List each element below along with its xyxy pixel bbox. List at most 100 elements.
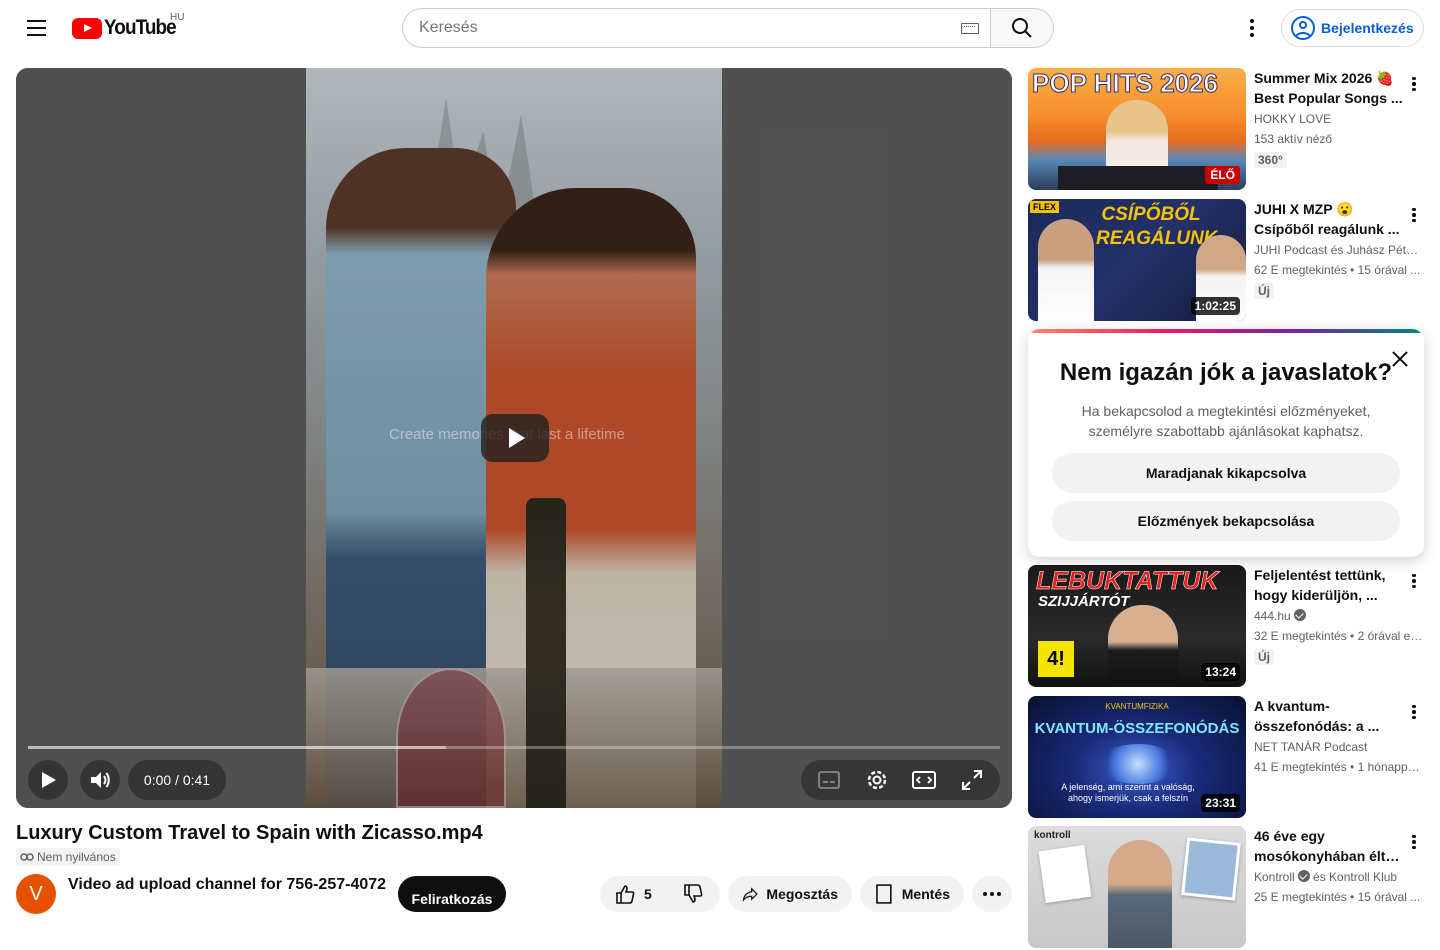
thumbnail-caption: A jelenség, ami szerint a valóság, ahogy… <box>1061 782 1195 803</box>
video-thumbnail[interactable]: POP HITS 2026 ÉLŐ <box>1028 68 1246 190</box>
recommendation-meta: 153 aktív néző <box>1254 132 1333 146</box>
recommendation-item[interactable]: kontroll 46 éve egy mosókonyhában élte..… <box>1028 826 1428 950</box>
share-icon <box>742 887 758 902</box>
recommendation-title[interactable]: 46 éve egy mosókonyhában élte... <box>1254 826 1404 866</box>
recommendation-title[interactable]: JUHI X MZP 😮 Csípőből reagálunk ... <box>1254 199 1404 239</box>
like-button[interactable]: 5 <box>600 876 720 912</box>
more-dot <box>990 892 994 896</box>
play-button[interactable] <box>28 760 68 800</box>
live-badge: ÉLŐ <box>1205 166 1240 184</box>
video-thumbnail[interactable]: kontroll <box>1028 826 1246 948</box>
hamburger-menu-icon[interactable] <box>20 12 52 44</box>
play-icon <box>509 428 525 448</box>
video-duration: 13:24 <box>1201 663 1240 681</box>
more-options-icon[interactable] <box>1404 203 1424 227</box>
thumbnail-title-text: POP HITS 2026 <box>1032 68 1219 99</box>
recommendations-feedback-popup: Nem igazán jók a javaslatok? Ha bekapcso… <box>1028 329 1424 557</box>
keep-history-off-button[interactable]: Maradjanak kikapcsolva <box>1052 453 1400 493</box>
channel-suffix: és Kontroll Klub <box>1313 870 1398 884</box>
video-title: Luxury Custom Travel to Spain with Zicas… <box>16 822 483 844</box>
thumbnail-title-text: KVANTUM-ÖSSZEFONÓDÁS <box>1034 720 1240 737</box>
recommendation-channel[interactable]: 444.hu <box>1254 609 1424 623</box>
close-icon[interactable] <box>1388 347 1412 371</box>
video-duration: 1:02:25 <box>1190 297 1240 315</box>
country-code: HU <box>170 12 185 23</box>
recommendation-channel[interactable]: HOKKY LOVE <box>1254 112 1424 126</box>
title-line-2: Csípőből reagálunk ... <box>1254 221 1400 237</box>
thumbnail-photo-right <box>1181 837 1241 901</box>
recommendation-meta: 25 E megtekintés • 15 órával ... <box>1254 890 1421 904</box>
signin-button[interactable]: Bejelentkezés <box>1281 9 1424 47</box>
recommendation-channel[interactable]: JUHI Podcast és Juhász Péter... <box>1254 243 1424 257</box>
recommendation-item[interactable]: FLEX CSÍPŐBŐL REAGÁLUNK JUHI 1:02:25 JUH… <box>1028 199 1428 323</box>
popup-body: Ha bekapcsolod a megtekintési előzmények… <box>1081 403 1371 439</box>
recommendation-item[interactable]: LEBUKTATTUK SZIJJÁRTÓT 4! 13:24 Feljelen… <box>1028 565 1428 689</box>
link-icon <box>20 853 34 861</box>
subtitles-icon[interactable] <box>809 760 849 800</box>
theater-mode-icon[interactable] <box>904 760 944 800</box>
more-actions-button[interactable] <box>972 876 1012 912</box>
subscribe-button[interactable]: Feliratkozás <box>398 876 506 912</box>
thumbnail-person <box>1108 605 1178 687</box>
youtube-logo[interactable]: YouTube <box>72 16 184 40</box>
recommendation-meta: 62 E megtekintés • 15 órával ... <box>1254 263 1421 277</box>
more-options-icon[interactable] <box>1404 830 1424 854</box>
title-line-1: JUHI X MZP 😮 <box>1254 201 1354 217</box>
recommendation-title[interactable]: Summer Mix 2026 🍓 Best Popular Songs ... <box>1254 68 1404 108</box>
recommendation-title[interactable]: Feljelentést tettünk, hogy kiderüljön, .… <box>1254 565 1404 605</box>
more-dot <box>997 892 1001 896</box>
unlisted-badge: Nem nyilvános <box>16 848 120 866</box>
thumbnail-title-text: LEBUKTATTUK <box>1036 567 1219 596</box>
popup-title: Nem igazán jók a javaslatok? <box>1059 359 1393 386</box>
channel-avatar[interactable]: V <box>16 874 56 914</box>
thumbnail-sub-text: SZIJJÁRTÓT <box>1038 593 1130 610</box>
video-thumbnail[interactable]: FLEX CSÍPŐBŐL REAGÁLUNK JUHI 1:02:25 <box>1028 199 1246 321</box>
recommendation-item[interactable]: POP HITS 2026 ÉLŐ Summer Mix 2026 🍓 Best… <box>1028 68 1428 192</box>
more-options-icon[interactable] <box>1404 569 1424 593</box>
fullscreen-icon[interactable] <box>952 760 992 800</box>
progress-bar[interactable] <box>28 746 1000 749</box>
bookmark-icon <box>876 884 892 904</box>
popup-accent-stripe <box>1028 329 1424 333</box>
thumbnail-dj-deck <box>1058 166 1218 190</box>
share-button[interactable]: Megosztás <box>728 876 852 912</box>
recommendation-channel[interactable]: NET TANÁR Podcast <box>1254 740 1424 754</box>
video-player[interactable]: Create memories that last a lifetime 0:0… <box>16 68 1012 808</box>
more-options-icon[interactable] <box>1404 72 1424 96</box>
title-line-1: Feljelentést tettünk, <box>1254 567 1386 583</box>
search-button[interactable] <box>990 8 1054 48</box>
recommendation-meta: 41 E megtekintés • 1 hónappa... <box>1254 760 1424 774</box>
search-icon <box>1012 18 1032 38</box>
video-thumbnail[interactable]: KVANTUMFIZIKA KVANTUM-ÖSSZEFONÓDÁS A jel… <box>1028 696 1246 818</box>
settings-gear-icon[interactable] <box>857 760 897 800</box>
time-display: 0:00 / 0:41 <box>128 760 226 800</box>
thumbs-down-icon <box>683 884 703 903</box>
volume-icon <box>91 772 110 788</box>
verified-icon <box>1293 609 1306 621</box>
channel-name[interactable]: Video ad upload channel for 756-257-4072 <box>68 876 386 894</box>
keyboard-icon[interactable] <box>961 23 979 34</box>
recommendation-item[interactable]: KVANTUMFIZIKA KVANTUM-ÖSSZEFONÓDÁS A jel… <box>1028 696 1428 820</box>
new-badge: Új <box>1254 283 1274 299</box>
save-button[interactable]: Mentés <box>860 876 964 912</box>
video-thumbnail[interactable]: LEBUKTATTUK SZIJJÁRTÓT 4! 13:24 <box>1028 565 1246 687</box>
title-line-1: A kvantum- <box>1254 698 1330 714</box>
top-bar: YouTube HU Bejelentkezés <box>0 0 1440 56</box>
volume-button[interactable] <box>80 760 120 800</box>
thumbnail-person <box>1108 840 1172 948</box>
more-options-icon[interactable] <box>1404 700 1424 724</box>
large-play-button[interactable] <box>481 414 549 462</box>
recommendation-channel[interactable]: Kontroll és Kontroll Klub <box>1254 870 1424 884</box>
thumbnail-title-text: CSÍPŐBŐL REAGÁLUNK <box>1096 204 1218 249</box>
settings-more-icon[interactable] <box>1236 12 1268 44</box>
search-box <box>402 8 991 48</box>
play-icon <box>42 772 56 788</box>
account-icon <box>1291 16 1315 40</box>
recommendation-badge: 360° <box>1254 152 1287 168</box>
search-input[interactable] <box>419 19 939 37</box>
recommendation-title[interactable]: A kvantum- összefonódás: a ... <box>1254 696 1404 736</box>
time-text: 0:00 / 0:41 <box>143 772 211 788</box>
turn-on-history-button[interactable]: Előzmények bekapcsolása <box>1052 501 1400 541</box>
thumbnail-sub-text: JUHI <box>1054 291 1082 305</box>
title-line-2: összefonódás: a ... <box>1254 718 1380 734</box>
